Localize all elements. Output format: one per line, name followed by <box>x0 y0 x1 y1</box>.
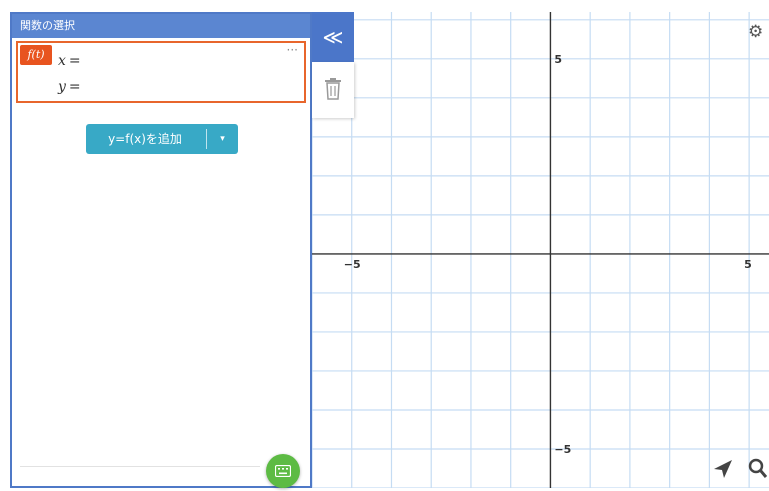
more-options-icon[interactable]: ··· <box>287 43 298 57</box>
tick-label-y-pos: 5 <box>554 53 562 66</box>
chevron-down-icon[interactable]: ▾ <box>207 124 238 154</box>
x-equation-field[interactable]: x = <box>58 53 81 69</box>
navigate-arrow-icon[interactable] <box>712 458 734 480</box>
add-function-button[interactable]: y=f(x)を追加 ▾ <box>86 124 238 154</box>
panel-title: 関数の選択 <box>12 14 310 38</box>
x-variable-label: x <box>58 53 66 69</box>
delete-button[interactable] <box>312 62 354 118</box>
function-badge[interactable]: f(t) <box>20 45 52 65</box>
y-equation-field[interactable]: y = <box>58 79 81 95</box>
collapse-panel-button[interactable]: ≪ <box>312 12 354 62</box>
tick-label-x-neg: −5 <box>344 258 361 271</box>
grid-lines <box>312 12 769 488</box>
graph-canvas[interactable]: −5 5 5 −5 <box>312 12 769 488</box>
zoom-icon[interactable] <box>748 458 768 480</box>
y-equals-sign: = <box>68 79 81 95</box>
axes <box>312 12 769 488</box>
keyboard-icon <box>275 465 291 477</box>
trash-icon <box>325 78 341 100</box>
x-equals-sign: = <box>68 53 81 69</box>
add-function-label: y=f(x)を追加 <box>108 132 182 146</box>
keyboard-button[interactable] <box>266 454 300 488</box>
tick-label-y-neg: −5 <box>554 443 571 456</box>
y-variable-label: y <box>58 79 66 95</box>
input-underline <box>20 466 260 467</box>
function-entry[interactable]: f(t) ··· x = y = <box>16 41 306 103</box>
tick-label-x-pos: 5 <box>744 258 752 271</box>
collapse-icon: ≪ <box>322 25 344 49</box>
function-panel: 関数の選択 f(t) ··· x = y = y=f(x)を追加 ▾ <box>10 12 312 488</box>
gear-icon[interactable]: ⚙ <box>748 22 763 42</box>
